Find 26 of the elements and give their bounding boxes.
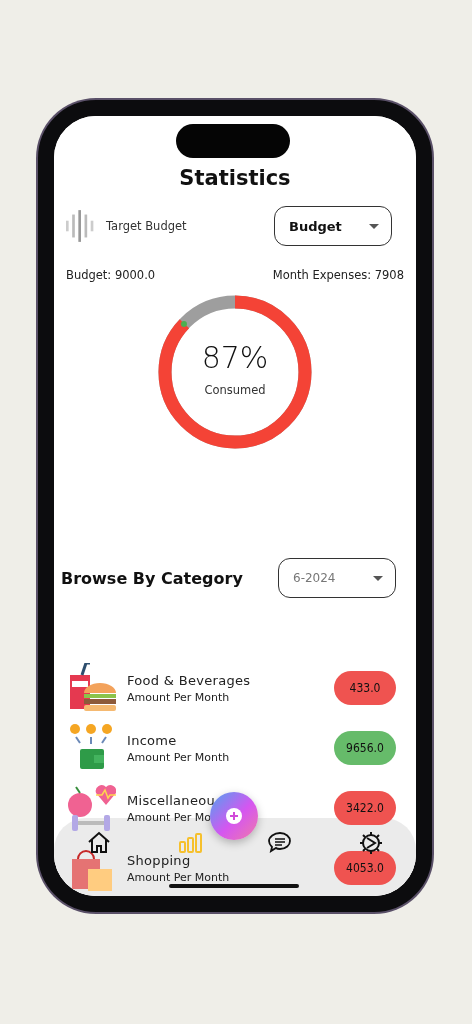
category-name: Income <box>127 732 178 748</box>
budget-dropdown[interactable]: Budget <box>274 206 392 246</box>
amount-pill: 3422.0 <box>334 791 396 825</box>
percent-consumed: 87% <box>201 340 269 375</box>
target-budget-label: Target Budget <box>106 219 187 233</box>
category-name: Miscellaneou <box>127 792 215 808</box>
category-subtitle: Amount Per Month <box>127 750 230 764</box>
plus-icon <box>226 808 242 824</box>
budget-amount: Budget: 9000.0 <box>66 268 156 282</box>
amount-pill: 433.0 <box>334 671 396 705</box>
category-subtitle: Amount Per Mo <box>127 810 212 824</box>
caret-icon <box>373 575 383 581</box>
amount-pill: 9656.0 <box>334 731 396 765</box>
category-subtitle: Amount Per Month <box>127 870 230 884</box>
month-expenses: Month Expenses: 7908 <box>272 268 404 282</box>
caret-icon <box>369 223 379 229</box>
sound-bars-icon <box>66 210 96 242</box>
category-name: Food & Beverages <box>127 672 251 688</box>
amount-pill: 4053.0 <box>334 851 396 885</box>
misc-category-icon <box>66 783 116 833</box>
month-dropdown[interactable]: 6-2024 <box>278 558 396 598</box>
consumed-caption: Consumed <box>204 383 266 397</box>
category-name: Shopping <box>127 852 192 868</box>
section-heading: Browse By Category <box>61 568 243 588</box>
category-subtitle: Amount Per Month <box>127 690 231 704</box>
screen-title: Statistics <box>178 166 292 190</box>
